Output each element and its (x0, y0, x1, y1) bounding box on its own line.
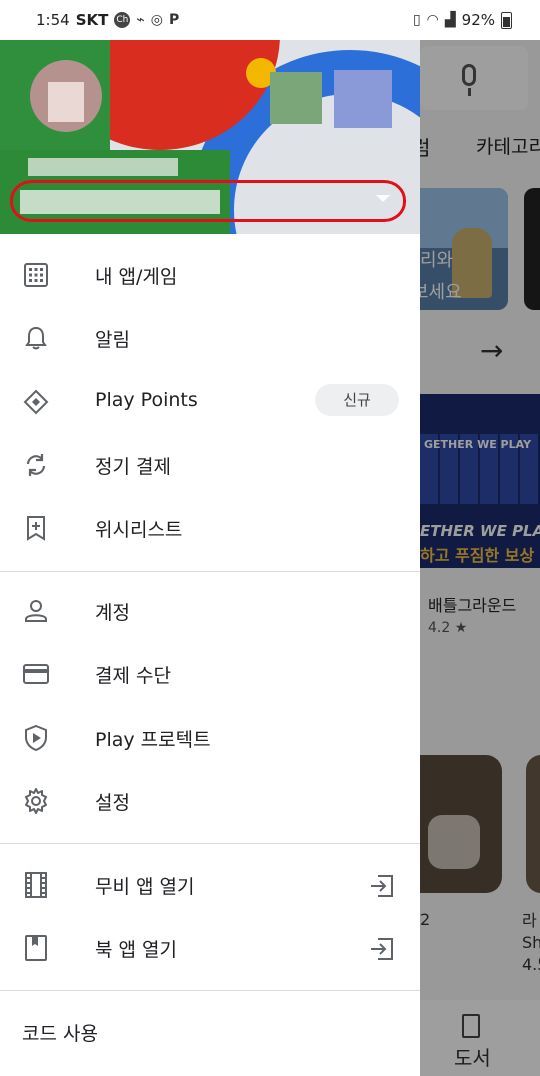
menu-item-label: 무비 앱 열기 (95, 876, 195, 898)
menu-item-payment[interactable]: 결제 수단 (0, 643, 420, 705)
navigation-drawer: 내 앱/게임 알림 Play Points 신규 정기 결제 위시리스트 계정 … (0, 40, 420, 1076)
menu-item-label: 내 앱/게임 (95, 266, 178, 288)
status-bar-left: 1:54 SKT Ch ⌁ ◎ P (36, 11, 179, 29)
menu-item-label: 결제 수단 (95, 665, 171, 687)
wifi-icon: ◠ (426, 12, 439, 28)
chat-icon: Ch (114, 12, 131, 28)
p-icon: P (169, 12, 180, 28)
divider (0, 990, 420, 991)
new-badge: 신규 (315, 384, 399, 416)
grid-icon (24, 263, 48, 287)
menu-item-my-apps[interactable]: 내 앱/게임 (0, 244, 420, 306)
book-icon (25, 935, 47, 961)
battery-percent: 92% (461, 11, 495, 29)
menu-item-label: 알림 (95, 329, 130, 351)
menu-item-label: 계정 (95, 602, 130, 624)
secondary-avatar-1[interactable] (270, 72, 322, 124)
menu-item-settings[interactable]: 설정 (0, 770, 420, 832)
status-time: 1:54 (36, 11, 70, 29)
vibrate-icon: ▯ (412, 12, 421, 28)
menu-item-play-protect[interactable]: Play 프로텍트 (0, 707, 420, 769)
usb-icon: ⌁ (136, 12, 145, 28)
person-icon (25, 600, 47, 622)
refresh-icon (26, 454, 46, 476)
bell-icon (25, 326, 47, 350)
redeem-code-button[interactable]: 코드 사용 (22, 1019, 98, 1046)
menu-item-subscriptions[interactable]: 정기 결제 (0, 434, 420, 496)
open-app-icon[interactable] (368, 935, 396, 963)
menu-item-books-app[interactable]: 북 앱 열기 (0, 917, 420, 979)
hotspot-icon: ◎ (150, 12, 164, 28)
account-switcher[interactable] (10, 180, 406, 222)
status-bar: 1:54 SKT Ch ⌁ ◎ P ▯ ◠ ▟ 92% (0, 0, 540, 40)
diamond-icon (23, 389, 49, 415)
caret-down-icon[interactable] (376, 195, 390, 202)
drawer-header (0, 40, 420, 234)
account-name-blurred (28, 158, 178, 176)
status-bar-right: ▯ ◠ ▟ 92% (413, 11, 512, 29)
menu-item-label: 설정 (95, 792, 130, 814)
status-carrier: SKT (75, 11, 109, 29)
menu-item-movies-app[interactable]: 무비 앱 열기 (0, 854, 420, 916)
menu-item-label: Play 프로텍트 (95, 729, 211, 751)
menu-item-label: 정기 결제 (95, 456, 171, 478)
menu-item-label: 위시리스트 (95, 519, 183, 541)
film-icon (25, 872, 47, 898)
menu-item-play-points[interactable]: Play Points 신규 (0, 371, 420, 433)
menu-item-notifications[interactable]: 알림 (0, 307, 420, 369)
menu-item-label: Play Points (95, 389, 198, 411)
menu-item-label: 북 앱 열기 (95, 939, 177, 961)
credit-card-icon (23, 664, 49, 684)
gear-icon (25, 788, 47, 814)
secondary-avatar-2[interactable] (334, 70, 392, 128)
divider (0, 571, 420, 572)
battery-icon (501, 11, 512, 29)
shield-play-icon (25, 724, 47, 752)
menu-item-wishlist[interactable]: 위시리스트 (0, 497, 420, 559)
signal-icon: ▟ (444, 12, 456, 28)
menu-item-account[interactable]: 계정 (0, 580, 420, 642)
divider (0, 843, 420, 844)
open-app-icon[interactable] (368, 872, 396, 900)
avatar[interactable] (30, 60, 102, 132)
bookmark-plus-icon (27, 516, 45, 541)
